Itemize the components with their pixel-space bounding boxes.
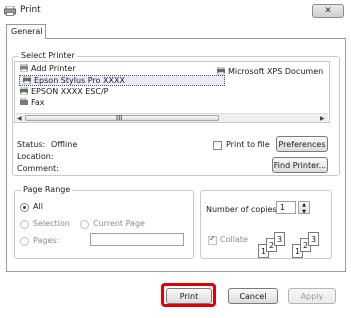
printer-item-epson-escp[interactable]: EPSON XXXX ESC/P: [19, 87, 108, 96]
printer-list[interactable]: Add Printer Epson Stylus Pro XXXX EPSON …: [14, 61, 330, 123]
current-page-radio[interactable]: [80, 220, 89, 229]
comment-label: Comment:: [17, 164, 59, 173]
pages-input[interactable]: [90, 233, 184, 246]
scroll-thumb[interactable]: III: [25, 114, 219, 122]
printer-item-label: Microsoft XPS Documen: [228, 67, 324, 76]
printer-icon: [4, 6, 16, 16]
collate-checkbox[interactable]: [208, 234, 217, 245]
printer-item-label: EPSON XXXX ESC/P: [31, 87, 109, 96]
printer-item-add-printer[interactable]: Add Printer: [19, 64, 76, 73]
printer-icon: [20, 87, 28, 95]
print-to-file-checkbox[interactable]: [213, 141, 222, 150]
status-label: Status:: [17, 140, 46, 149]
all-label[interactable]: All: [33, 202, 43, 211]
current-page-label[interactable]: Current Page: [93, 219, 145, 228]
location-label: Location:: [17, 152, 54, 161]
preferences-button[interactable]: Preferences: [276, 136, 328, 152]
printer-item-label: Epson Stylus Pro XXXX: [34, 76, 125, 85]
cancel-button[interactable]: Cancel: [228, 288, 278, 304]
add-printer-icon: [20, 64, 28, 72]
print-button-highlight: [161, 283, 216, 307]
copies-spinner[interactable]: ▲ ▼: [298, 201, 310, 215]
find-printer-button[interactable]: Find Printer...: [272, 157, 328, 173]
printer-icon: [217, 67, 225, 75]
selection-label[interactable]: Selection: [33, 219, 70, 228]
fax-icon: [20, 98, 28, 105]
title-bar: Print ✕: [0, 0, 351, 22]
print-to-file-label[interactable]: Print to file: [226, 140, 270, 149]
copies-input[interactable]: 1: [276, 201, 296, 214]
printer-item-microsoft-xps[interactable]: Microsoft XPS Documen: [216, 67, 323, 76]
all-radio[interactable]: [20, 203, 29, 212]
printer-item-label: Fax: [31, 98, 45, 107]
printer-item-fax[interactable]: Fax: [19, 98, 45, 107]
printer-item-label: Add Printer: [31, 64, 76, 73]
printer-item-epson-stylus[interactable]: Epson Stylus Pro XXXX: [19, 75, 225, 86]
pages-label[interactable]: Pages:: [33, 236, 59, 245]
tab-general[interactable]: General: [6, 24, 46, 39]
collate-stack-2: 1 2 3: [292, 232, 322, 258]
status-value: Offline: [51, 140, 78, 149]
printer-icon: [23, 76, 31, 84]
scroll-right-icon[interactable]: ▶: [320, 115, 325, 122]
collate-label[interactable]: Collate: [220, 235, 248, 244]
apply-button[interactable]: Apply: [288, 288, 336, 304]
collate-page-3: 3: [274, 232, 285, 246]
window-title: Print: [20, 5, 41, 15]
pages-radio[interactable]: [20, 237, 29, 246]
horizontal-scrollbar[interactable]: ◀ III ▶: [16, 113, 328, 122]
collate-page-3: 3: [308, 232, 319, 246]
scroll-left-icon[interactable]: ◀: [17, 115, 22, 122]
scroll-grip-icon: III: [116, 114, 123, 122]
close-button[interactable]: ✕: [312, 4, 344, 18]
collate-stack-1: 1 2 3: [258, 232, 288, 258]
close-icon: ✕: [324, 6, 332, 16]
selection-radio[interactable]: [20, 220, 29, 229]
copies-label: Number of copies:: [206, 205, 280, 214]
page-range-label: Page Range: [21, 185, 73, 194]
select-printer-label: Select Printer: [19, 51, 77, 60]
